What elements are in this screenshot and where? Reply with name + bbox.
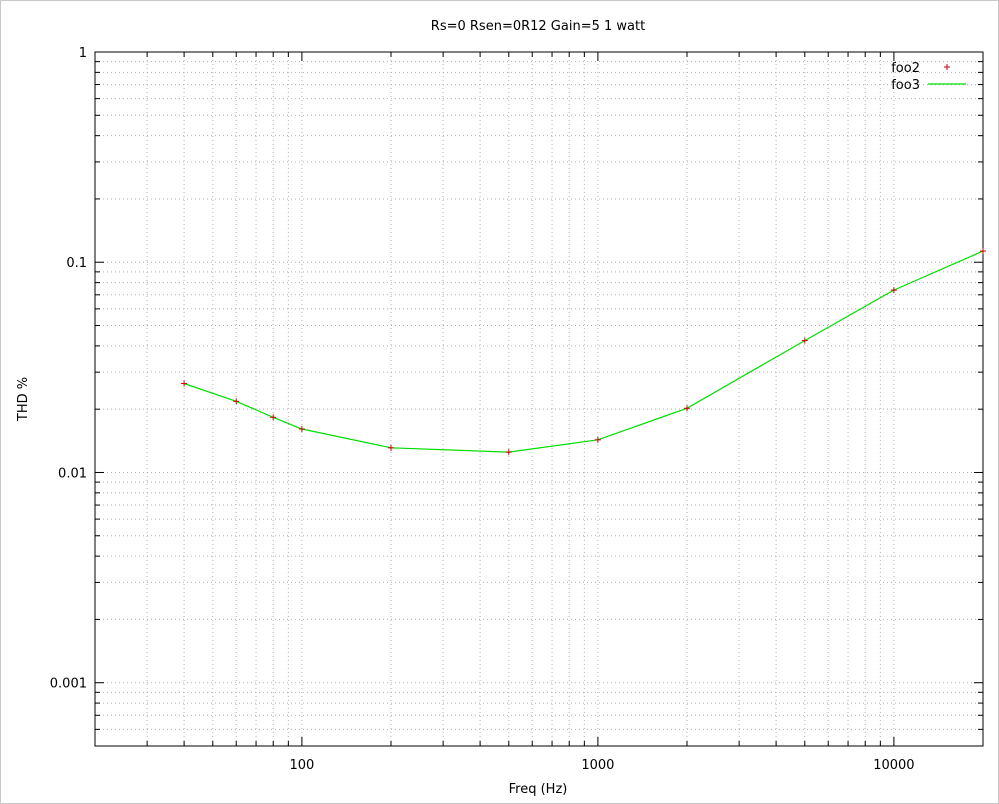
- data-point-foo2: [980, 248, 986, 255]
- data-point-foo2: [388, 444, 394, 451]
- y-tick-label: 0.01: [58, 466, 87, 481]
- x-tick-label: 10000: [873, 758, 914, 773]
- thd-chart: Rs=0 Rsen=0R12 Gain=5 1 watt Freq (Hz) T…: [16, 19, 986, 797]
- legend-label-foo3: foo3: [891, 78, 920, 93]
- y-tick-label: 0.1: [66, 256, 87, 271]
- data-point-foo2: [505, 449, 512, 456]
- data-point-foo2: [594, 436, 601, 443]
- data-point-foo2: [298, 425, 305, 432]
- series-line-foo3: [183, 250, 984, 453]
- legend: foo2 foo3: [891, 61, 966, 93]
- x-axis-title: Freq (Hz): [509, 782, 568, 797]
- y-axis-title: THD %: [16, 377, 31, 422]
- data-point-foo2: [890, 287, 897, 294]
- y-tick-label: 1: [79, 46, 87, 61]
- legend-marker-foo2: [944, 64, 950, 70]
- x-tick-label: 100: [289, 758, 314, 773]
- x-tick-label: 1000: [581, 758, 614, 773]
- data-point-foo2: [181, 380, 188, 387]
- data-point-foo2: [684, 405, 690, 412]
- legend-label-foo2: foo2: [891, 61, 920, 76]
- chart-title: Rs=0 Rsen=0R12 Gain=5 1 watt: [431, 19, 645, 34]
- data-point-foo2: [270, 414, 277, 421]
- data-point-foo2: [801, 337, 808, 344]
- y-tick-label: 0.001: [50, 677, 87, 692]
- data-point-foo2: [233, 398, 240, 405]
